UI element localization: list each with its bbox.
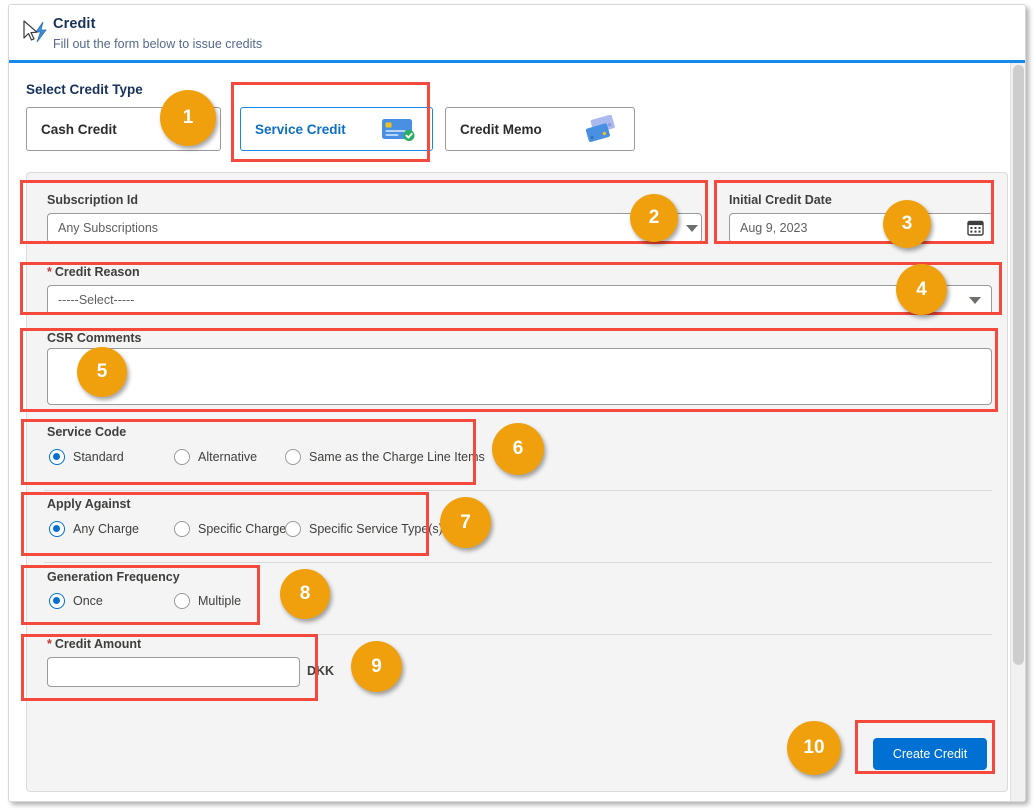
- header-text-block: Credit Fill out the form below to issue …: [53, 15, 262, 53]
- page-header: Credit Fill out the form below to issue …: [9, 5, 1025, 60]
- form-body: Select Credit Type Cash Credit Service C…: [9, 63, 1025, 801]
- subscription-id-label: Subscription Id: [47, 193, 138, 207]
- credit-amount-label-text: Credit Amount: [54, 637, 142, 651]
- credit-amount-field[interactable]: [47, 657, 300, 687]
- credit-amount-currency: DKK: [307, 664, 335, 678]
- apply-against-option-specific-service-types-label: Specific Service Type(s): [309, 522, 443, 536]
- initial-credit-date-value: Aug 9, 2023: [740, 221, 808, 235]
- credit-reason-required-marker: *: [47, 265, 52, 279]
- apply-against-option-any-charge-label: Any Charge: [73, 522, 140, 536]
- credit-amount-label: * Credit Amount: [47, 637, 141, 651]
- credit-reason-chevron-down-icon[interactable]: [969, 297, 981, 304]
- initial-credit-date-label: Initial Credit Date: [729, 193, 832, 207]
- page-title: Credit: [53, 16, 96, 32]
- credit-type-section: Select Credit Type Cash Credit Service C…: [9, 63, 1025, 168]
- calendar-icon[interactable]: [967, 219, 984, 241]
- generation-frequency-option-once-label: Once: [73, 594, 103, 608]
- credit-card-check-icon: [378, 115, 418, 143]
- generation-frequency-option-multiple-label: Multiple: [198, 594, 242, 608]
- credit-reason-label-text: Credit Reason: [54, 265, 140, 279]
- service-code-option-standard-label: Standard: [73, 450, 124, 464]
- radio-selected-icon: [49, 521, 65, 537]
- credit-type-cash-credit[interactable]: Cash Credit: [26, 107, 221, 151]
- credit-form-panel: Subscription Id Any Subscriptions Initia…: [26, 172, 1008, 792]
- service-code-option-alternative-label: Alternative: [198, 450, 258, 464]
- radio-unselected-icon: [174, 593, 190, 609]
- apply-against-label: Apply Against: [47, 497, 131, 511]
- mouse-pointer-icon: [23, 20, 38, 41]
- credit-type-service-credit-label: Service Credit: [255, 121, 346, 137]
- divider: [44, 490, 992, 491]
- cash-coin-card-icon: [166, 115, 206, 143]
- initial-credit-date-field[interactable]: Aug 9, 2023: [729, 213, 994, 243]
- radio-unselected-icon: [285, 449, 301, 465]
- select-credit-type-label: Select Credit Type: [26, 82, 143, 97]
- subscription-chevron-down-icon[interactable]: [686, 225, 698, 232]
- generation-frequency-option-multiple[interactable]: Multiple: [174, 593, 241, 609]
- divider: [44, 562, 992, 563]
- apply-against-option-any-charge[interactable]: Any Charge: [49, 521, 139, 537]
- credit-type-cash-credit-label: Cash Credit: [41, 121, 117, 137]
- radio-unselected-icon: [174, 521, 190, 537]
- create-credit-button[interactable]: Create Credit: [873, 738, 987, 770]
- service-code-option-standard[interactable]: Standard: [49, 449, 124, 465]
- two-credit-cards-icon: [580, 114, 620, 143]
- create-credit-button-label: Create Credit: [892, 747, 968, 761]
- subscription-id-value: Any Subscriptions: [58, 221, 159, 235]
- apply-against-option-specific-charge[interactable]: Specific Charge: [174, 521, 286, 537]
- divider: [44, 634, 992, 635]
- radio-unselected-icon: [285, 521, 301, 537]
- credit-reason-field[interactable]: -----Select-----: [47, 285, 992, 315]
- credit-type-credit-memo[interactable]: Credit Memo: [445, 107, 635, 151]
- credit-form-window: Credit Fill out the form below to issue …: [8, 4, 1026, 802]
- credit-type-service-credit[interactable]: Service Credit: [240, 107, 433, 151]
- page-subtitle: Fill out the form below to issue credits: [53, 37, 263, 51]
- service-code-option-alternative[interactable]: Alternative: [174, 449, 257, 465]
- generation-frequency-option-once[interactable]: Once: [49, 593, 103, 609]
- credit-reason-value: -----Select-----: [58, 293, 135, 307]
- csr-comments-field[interactable]: [47, 348, 992, 405]
- credit-amount-required-marker: *: [47, 637, 52, 651]
- vertical-scrollbar[interactable]: [1010, 63, 1025, 801]
- credit-reason-label: * Credit Reason: [47, 265, 140, 279]
- generation-frequency-label: Generation Frequency: [47, 570, 180, 584]
- service-code-label: Service Code: [47, 425, 127, 439]
- radio-unselected-icon: [174, 449, 190, 465]
- apply-against-option-specific-charge-label: Specific Charge: [198, 522, 287, 536]
- lightning-bolt-icon: [23, 17, 53, 47]
- service-code-option-same-as-charge-line-items-label: Same as the Charge Line Items: [309, 450, 485, 464]
- radio-selected-icon: [49, 593, 65, 609]
- apply-against-option-specific-service-types[interactable]: Specific Service Type(s): [285, 521, 443, 537]
- credit-type-credit-memo-label: Credit Memo: [460, 121, 542, 137]
- csr-comments-label: CSR Comments: [47, 331, 142, 345]
- subscription-id-field[interactable]: Any Subscriptions: [47, 213, 702, 243]
- radio-selected-icon: [49, 449, 65, 465]
- service-code-option-same-as-charge-line-items[interactable]: Same as the Charge Line Items: [285, 449, 485, 465]
- vertical-scrollbar-thumb[interactable]: [1013, 65, 1024, 665]
